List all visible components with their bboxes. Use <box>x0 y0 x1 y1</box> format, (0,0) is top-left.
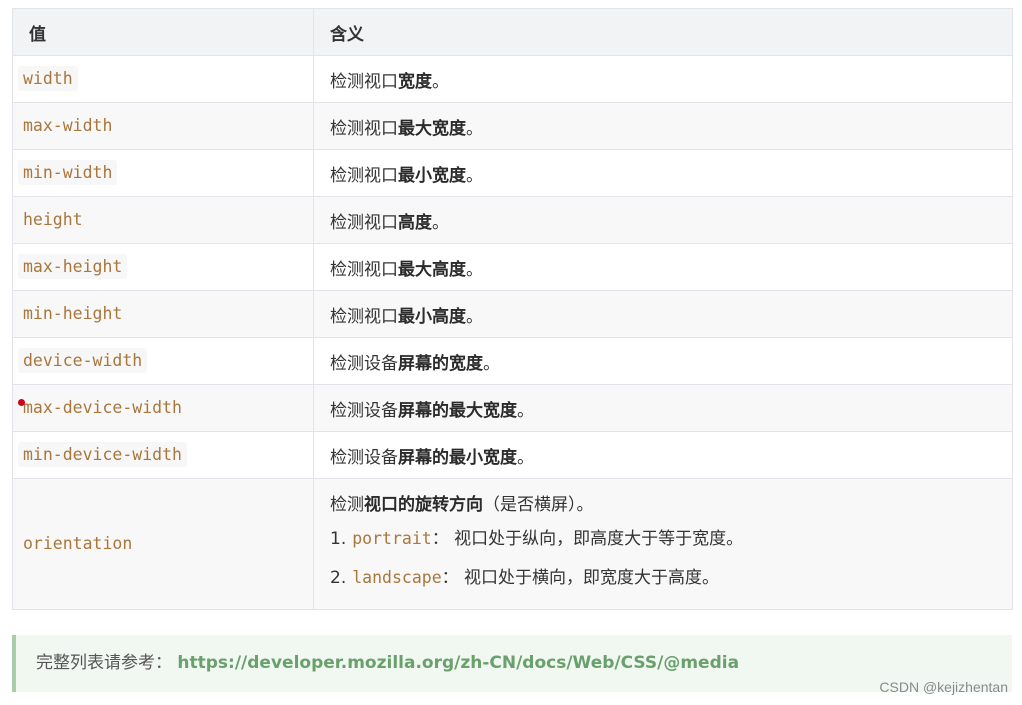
table-row: min-device-width 检测设备屏幕的最小宽度。 <box>12 431 1013 479</box>
watermark: CSDN @kejizhentan <box>879 679 1008 695</box>
code-value: max-device-width <box>23 398 182 417</box>
meaning-cell: 检测视口最小高度。 <box>313 290 1013 338</box>
code-value: width <box>18 66 78 91</box>
value-cell: max-device-width <box>12 384 314 432</box>
code-value: min-height <box>23 304 123 323</box>
orientation-description: 检测视口的旋转方向（是否横屏）。 <box>330 495 594 515</box>
table-row: height 检测视口高度。 <box>12 196 1013 244</box>
table-row-orientation: orientation 检测视口的旋转方向（是否横屏）。 1. portrait：… <box>12 478 1013 610</box>
value-cell: height <box>12 196 314 244</box>
marker-dot <box>18 399 25 406</box>
meaning-cell: 检测视口最大高度。 <box>313 243 1013 291</box>
value-cell: max-height <box>12 243 314 291</box>
meaning-cell: 检测视口的旋转方向（是否横屏）。 1. portrait： 视口处于纵向，即高度大… <box>313 478 1013 610</box>
list-item: 2. landscape： 视口处于横向，即宽度大于高度。 <box>330 568 720 588</box>
value-cell: min-width <box>12 149 314 197</box>
code-value: landscape <box>352 568 442 587</box>
meaning-cell: 检测视口最小宽度。 <box>313 149 1013 197</box>
meaning-cell: 检测视口高度。 <box>313 196 1013 244</box>
reference-link[interactable]: https://developer.mozilla.org/zh-CN/docs… <box>177 653 739 673</box>
code-value: max-height <box>18 254 128 279</box>
meaning-cell: 检测设备屏幕的宽度。 <box>313 337 1013 385</box>
table-row: min-width 检测视口最小宽度。 <box>12 149 1013 197</box>
list-item: 1. portrait： 视口处于纵向，即高度大于等于宽度。 <box>330 529 744 549</box>
value-cell: device-width <box>12 337 314 385</box>
code-value: portrait <box>352 529 432 548</box>
meaning-cell: 检测视口最大宽度。 <box>313 102 1013 150</box>
table-row: width 检测视口宽度。 <box>12 55 1013 103</box>
table-row: max-width 检测视口最大宽度。 <box>12 102 1013 150</box>
value-cell: min-height <box>12 290 314 338</box>
meaning-cell: 检测设备屏幕的最小宽度。 <box>313 431 1013 479</box>
header-value: 值 <box>12 8 314 56</box>
code-value: height <box>23 210 83 229</box>
table-row: max-height 检测视口最大高度。 <box>12 243 1013 291</box>
header-meaning: 含义 <box>313 8 1013 56</box>
media-features-table-container: 值 含义 width 检测视口宽度。 max-width 检测视口最大宽度。 m… <box>12 8 1013 610</box>
code-value: orientation <box>23 534 133 553</box>
table-row: min-height 检测视口最小高度。 <box>12 290 1013 338</box>
code-value: min-width <box>18 160 118 185</box>
value-cell: max-width <box>12 102 314 150</box>
meaning-cell: 检测视口宽度。 <box>313 55 1013 103</box>
code-value: max-width <box>23 116 113 135</box>
code-value: device-width <box>18 348 148 373</box>
reference-note: 完整列表请参考： https://developer.mozilla.org/z… <box>12 635 1012 692</box>
table-row: max-device-width 检测设备屏幕的最大宽度。 <box>12 384 1013 432</box>
table-row: device-width 检测设备屏幕的宽度。 <box>12 337 1013 385</box>
code-value: min-device-width <box>18 442 187 467</box>
note-label: 完整列表请参考： <box>36 653 172 673</box>
value-cell: orientation <box>12 478 314 610</box>
meaning-cell: 检测设备屏幕的最大宽度。 <box>313 384 1013 432</box>
media-features-table: 值 含义 width 检测视口宽度。 max-width 检测视口最大宽度。 m… <box>12 8 1013 610</box>
table-header-row: 值 含义 <box>12 8 1013 56</box>
value-cell: min-device-width <box>12 431 314 479</box>
value-cell: width <box>12 55 314 103</box>
